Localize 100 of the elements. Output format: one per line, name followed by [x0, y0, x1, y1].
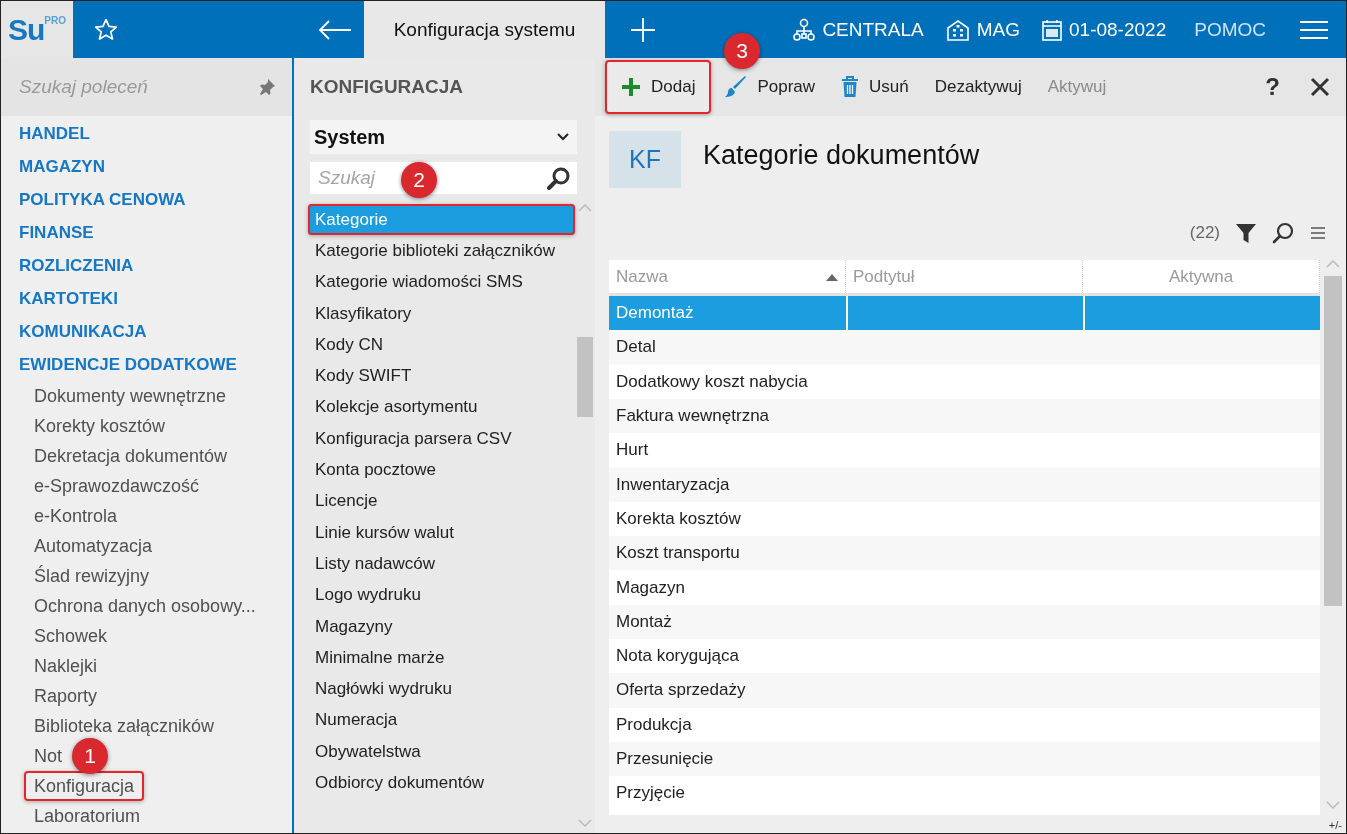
- config-list-item[interactable]: Kody CN: [308, 329, 575, 361]
- plus-icon[interactable]: [630, 16, 656, 43]
- config-list-item[interactable]: Klasyfikatory: [308, 297, 575, 330]
- table-row[interactable]: Nota korygująca: [609, 638, 1320, 674]
- filter-icon[interactable]: [1236, 223, 1256, 243]
- sidebar-section[interactable]: POLITYKA CENOWA: [1, 183, 186, 216]
- config-list-item[interactable]: Magazyny: [308, 610, 575, 643]
- config-list-item[interactable]: Nagłówki wydruku: [308, 673, 575, 705]
- config-list-item[interactable]: Kategorie biblioteki załączników: [308, 235, 575, 267]
- config-list-item[interactable]: Licencje: [308, 485, 575, 517]
- chevron-down-icon: [557, 133, 569, 141]
- sidebar-item[interactable]: Laboratorium: [34, 801, 141, 831]
- sidebar-item[interactable]: Raporty: [34, 681, 98, 711]
- sidebar-item[interactable]: e-Kontrola: [34, 501, 118, 531]
- star-icon[interactable]: [93, 16, 119, 43]
- tab[interactable]: Konfiguracja systemu: [364, 1, 605, 58]
- table-row[interactable]: Produkcja: [609, 707, 1320, 742]
- table-row[interactable]: Przesunięcie: [609, 741, 1320, 777]
- sidebar-item[interactable]: Schowek: [34, 621, 108, 651]
- sidebar-item[interactable]: Dokumenty wewnętrzne: [34, 381, 227, 411]
- branch-label[interactable]: CENTRALA: [822, 18, 924, 41]
- sidebar-item[interactable]: e-Sprawozdawczość: [34, 471, 200, 501]
- scrollbar-thumb[interactable]: [1324, 276, 1342, 606]
- table-cell-text: Koszt transportu: [615, 542, 741, 565]
- table-row[interactable]: Montaż: [609, 604, 1320, 639]
- config-list-item[interactable]: Numeracja: [308, 704, 575, 737]
- menu-icon[interactable]: [1310, 226, 1326, 240]
- toolbar-button[interactable]: Dodaj: [605, 60, 712, 114]
- sidebar-item[interactable]: Naklejki: [34, 651, 98, 681]
- close-icon[interactable]: [1310, 77, 1330, 97]
- network-icon: [793, 17, 816, 42]
- table-row[interactable]: Faktura wewnętrzna: [609, 398, 1320, 434]
- search-input[interactable]: Szukaj poleceń: [19, 76, 250, 98]
- toolbar-button[interactable]: Usuń: [829, 60, 921, 114]
- table-cell-text: Nota korygująca: [615, 645, 740, 668]
- table-cell-text: Detal: [615, 336, 657, 359]
- table-row[interactable]: Dodatkowy koszt nabycia: [609, 364, 1320, 399]
- config-list-item[interactable]: Konfiguracja parsera CSV: [308, 423, 575, 455]
- trash-icon: [841, 76, 860, 98]
- sidebar-item[interactable]: Ochrona danych osobowy...: [34, 591, 256, 621]
- table-row[interactable]: Magazyn: [609, 570, 1320, 605]
- sidebar-item[interactable]: Ślad rewizyjny: [34, 561, 150, 591]
- sidebar-section[interactable]: MAGAZYN: [1, 150, 105, 183]
- config-list-item[interactable]: Linie kursów walut: [308, 516, 575, 549]
- table-cell-text: Przyjęcie: [615, 782, 686, 805]
- sidebar-item[interactable]: Not: [34, 741, 62, 771]
- table-cell-text: Produkcja: [615, 713, 693, 736]
- panel-title: KONFIGURACJA: [309, 75, 465, 99]
- record-count: (22): [1189, 223, 1220, 243]
- sidebar-section[interactable]: KOMUNIKACJA: [1, 315, 147, 348]
- sidebar-item[interactable]: Dekretacja dokumentów: [34, 441, 228, 471]
- table-cell-text: Demontaż: [615, 302, 695, 325]
- sidebar-section[interactable]: FINANSE: [1, 216, 94, 249]
- module-badge: KF: [609, 131, 681, 188]
- table-row[interactable]: Korekta kosztów: [609, 501, 1320, 537]
- table-cell-text: Dodatkowy koszt nabycia: [615, 370, 809, 393]
- config-list-item[interactable]: Odbiorcy dokumentów: [308, 767, 575, 799]
- table-cell-text: Oferta sprzedaży: [615, 679, 747, 702]
- sidebar-section[interactable]: HANDEL: [1, 117, 90, 150]
- date-label[interactable]: 01-08-2022: [1069, 18, 1167, 41]
- sidebar-section[interactable]: ROZLICZENIA: [1, 249, 134, 282]
- page-title: Kategorie dokumentów: [703, 140, 980, 171]
- table-cell-text: Magazyn: [615, 576, 686, 599]
- resize-toggle[interactable]: +/-: [595, 815, 1346, 833]
- config-list-item[interactable]: Konta pocztowe: [308, 454, 575, 486]
- help-link[interactable]: POMOC: [1194, 18, 1266, 41]
- search-icon[interactable]: [547, 166, 571, 190]
- config-list-item[interactable]: Obywatelstwa: [308, 736, 575, 768]
- table-cell-text: Faktura wewnętrzna: [615, 405, 771, 428]
- help-button[interactable]: ?: [1265, 73, 1280, 101]
- warehouse-label[interactable]: MAG: [976, 18, 1020, 41]
- table-row[interactable]: Oferta sprzedaży: [609, 673, 1320, 708]
- sidebar-section[interactable]: EWIDENCJE DODATKOWE: [1, 348, 237, 381]
- config-list-item[interactable]: Minimalne marże: [308, 642, 575, 674]
- config-list-item[interactable]: Listy nadawców: [308, 548, 575, 580]
- scrollbar-thumb[interactable]: [577, 337, 593, 417]
- sidebar-item[interactable]: Korekty kosztów: [34, 411, 166, 441]
- config-list-item[interactable]: Kategorie wiadomości SMS: [308, 266, 575, 298]
- brush-icon: [725, 76, 748, 98]
- search-icon[interactable]: [1272, 222, 1294, 244]
- sidebar-item[interactable]: Automatyzacja: [34, 531, 153, 561]
- back-arrow-icon[interactable]: [318, 19, 352, 40]
- table-row[interactable]: Detal: [609, 330, 1320, 365]
- table-row[interactable]: Koszt transportu: [609, 536, 1320, 571]
- table-row[interactable]: Hurt: [609, 433, 1320, 468]
- callout-badge: 1: [72, 738, 108, 774]
- table-row[interactable]: Inwentaryzacja: [609, 467, 1320, 502]
- table-row[interactable]: Przyjęcie: [609, 776, 1320, 811]
- pin-icon[interactable]: [258, 78, 276, 96]
- config-list-item[interactable]: Kolekcje asortymentu: [308, 391, 575, 424]
- table-cell-text: Inwentaryzacja: [615, 473, 731, 496]
- toolbar-button[interactable]: Dezaktywuj: [922, 60, 1034, 114]
- command-search-field[interactable]: Szukaj poleceń: [1, 58, 292, 116]
- table-cell-text: Montaż: [615, 610, 673, 633]
- sidebar-section[interactable]: KARTOTEKI: [1, 282, 118, 315]
- config-list-item[interactable]: Logo wydruku: [308, 579, 575, 611]
- config-list-item[interactable]: Kody SWIFT: [308, 360, 575, 392]
- category-dropdown[interactable]: System: [310, 120, 577, 154]
- sidebar-item[interactable]: Biblioteka załączników: [34, 711, 215, 741]
- sidebar-item[interactable]: Konfiguracja: [24, 771, 145, 801]
